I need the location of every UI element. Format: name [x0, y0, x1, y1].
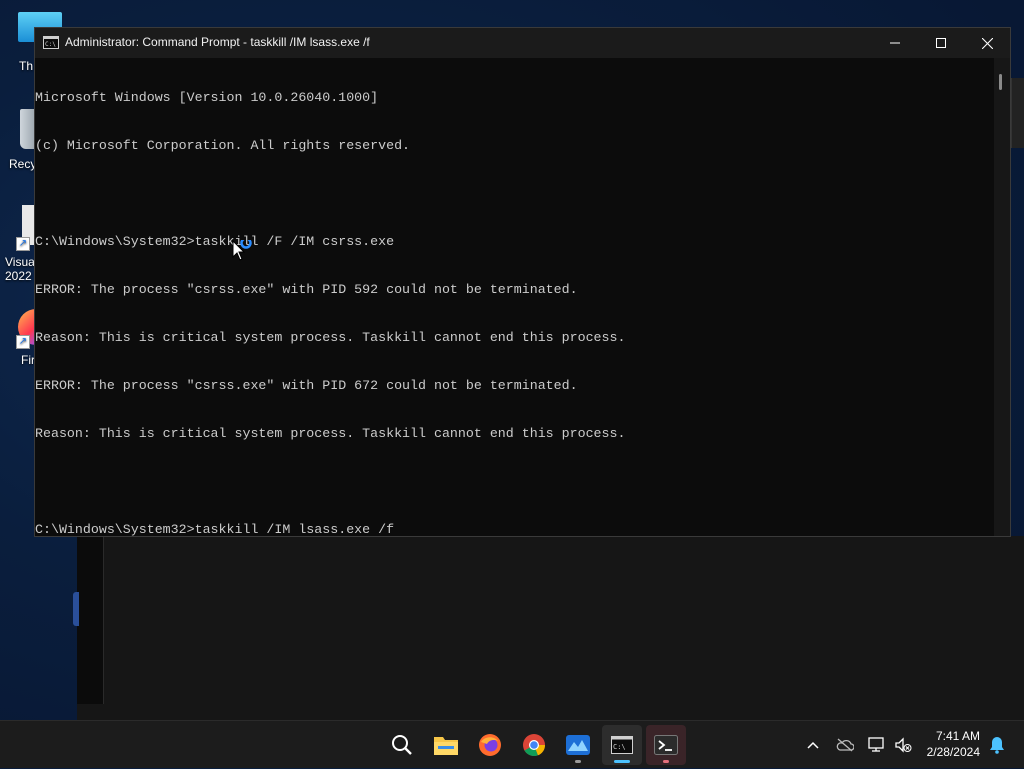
desktop-icon-label: Fir [21, 353, 35, 367]
terminal-icon [654, 735, 678, 755]
window-title: Administrator: Command Prompt - taskkill… [65, 35, 370, 49]
console-line: Reason: This is critical system process.… [35, 426, 626, 441]
desktop-icon-label: Recy [9, 157, 37, 171]
show-hidden-icons-button[interactable] [800, 721, 826, 769]
console-line: (c) Microsoft Corporation. All rights re… [35, 138, 411, 153]
clock-time: 7:41 AM [935, 729, 980, 743]
file-explorer-icon [434, 737, 458, 755]
busy-cursor-icon [232, 240, 252, 261]
photos-icon [566, 735, 590, 755]
background-window-fragment [73, 592, 79, 626]
command-prompt-icon: C:\ [43, 36, 59, 49]
network-tray-button[interactable] [864, 721, 890, 769]
firefox-icon [479, 734, 501, 756]
clock-button[interactable]: 7:41 AM 2/28/2024 [927, 728, 980, 760]
taskbar: C:\ 7:41 AM 2/28/2024 [0, 720, 1024, 768]
minimize-icon [890, 42, 900, 44]
svg-text:C:\: C:\ [45, 41, 56, 48]
taskbar-terminal[interactable] [646, 725, 686, 765]
background-window[interactable] [77, 536, 1024, 720]
active-indicator [614, 760, 630, 763]
notification-bell-icon [990, 737, 1004, 754]
taskbar-search-button[interactable] [382, 725, 422, 765]
console-output[interactable]: Microsoft Windows [Version 10.0.26040.10… [35, 58, 994, 536]
console-line: Microsoft Windows [Version 10.0.26040.10… [35, 90, 379, 105]
close-icon [981, 37, 993, 49]
command-prompt-icon: C:\ [611, 736, 633, 754]
vertical-scrollbar[interactable] [994, 58, 1010, 536]
onedrive-tray-button[interactable] [832, 721, 858, 769]
svg-text:C:\: C:\ [613, 743, 626, 751]
chrome-icon [523, 734, 546, 757]
network-icon [868, 737, 884, 752]
taskbar-file-explorer[interactable] [426, 725, 466, 765]
console-line: C:\Windows\System32>taskkill /IM lsass.e… [35, 522, 395, 536]
search-icon [392, 735, 412, 755]
title-bar[interactable]: C:\ Administrator: Command Prompt - task… [35, 28, 1010, 58]
console-line: ERROR: The process "csrss.exe" with PID … [35, 282, 578, 297]
running-indicator [663, 760, 669, 763]
shortcut-arrow-icon: ↗ [16, 237, 30, 251]
taskbar-photos[interactable] [558, 725, 598, 765]
scrollbar-thumb[interactable] [999, 74, 1002, 90]
desktop-icon-label: Visua [5, 255, 35, 269]
notifications-button[interactable] [984, 721, 1010, 769]
minimize-button[interactable] [872, 28, 918, 58]
console-line: C:\Windows\System32>taskkill /F /IM csrs… [35, 234, 395, 249]
console-line: ERROR: The process "csrss.exe" with PID … [35, 378, 578, 393]
console-line: Reason: This is critical system process.… [35, 330, 626, 345]
background-window-sidebar [77, 536, 104, 704]
chevron-up-icon [807, 741, 819, 749]
close-button[interactable] [964, 28, 1010, 58]
shortcut-arrow-icon: ↗ [16, 335, 30, 349]
volume-muted-icon [895, 737, 912, 753]
taskbar-command-prompt[interactable]: C:\ [602, 725, 642, 765]
maximize-button[interactable] [918, 28, 964, 58]
background-window-edge [1011, 78, 1024, 148]
desktop-icon-label: Th [19, 59, 34, 73]
maximize-icon [936, 38, 946, 48]
taskbar-firefox[interactable] [470, 725, 510, 765]
taskbar-chrome[interactable] [514, 725, 554, 765]
running-indicator [575, 760, 581, 763]
command-prompt-window[interactable]: C:\ Administrator: Command Prompt - task… [34, 27, 1011, 537]
clock-date: 2/28/2024 [926, 745, 980, 759]
volume-tray-button[interactable] [890, 721, 916, 769]
onedrive-icon [836, 738, 854, 752]
